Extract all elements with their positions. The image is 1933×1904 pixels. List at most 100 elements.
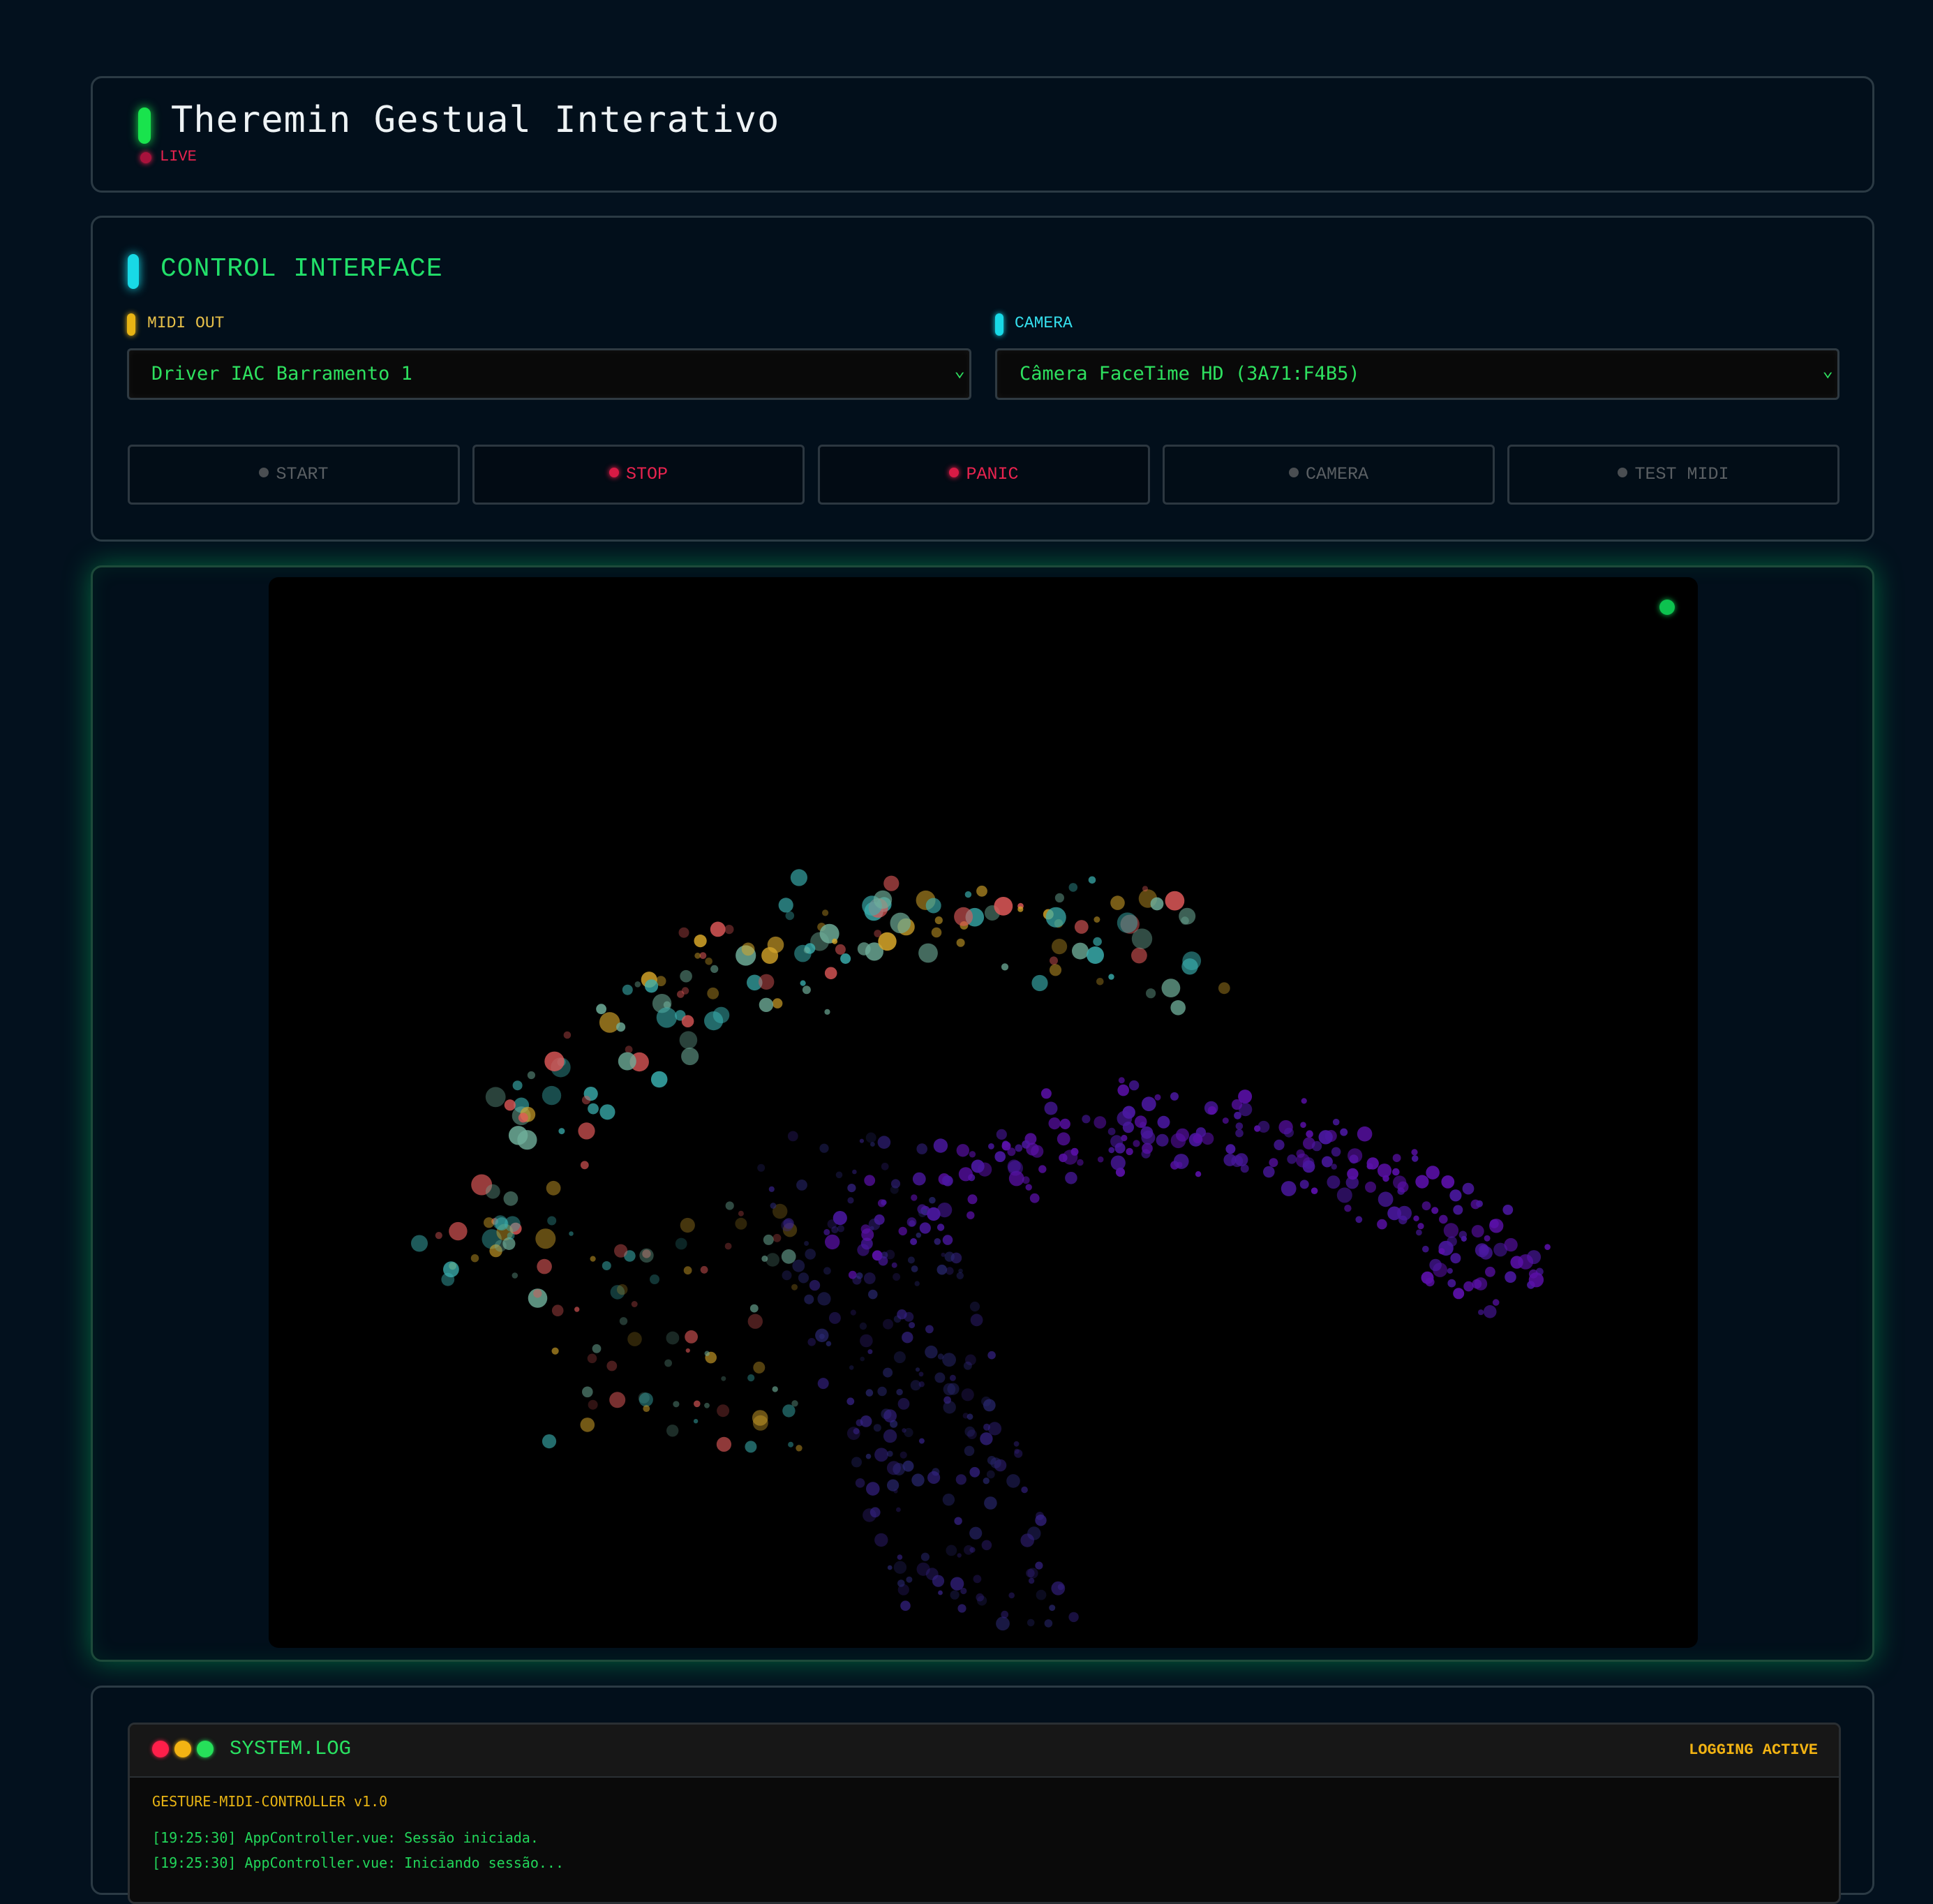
panic-button[interactable]: PANIC: [818, 445, 1150, 505]
particle: [855, 1478, 865, 1488]
particle: [1453, 1205, 1463, 1215]
particle: [494, 1240, 507, 1252]
particle: [717, 1404, 730, 1418]
particle: [981, 1540, 992, 1551]
particle: [1300, 1122, 1306, 1128]
particle: [1504, 1237, 1518, 1252]
particle: [920, 1552, 930, 1561]
particle: [1450, 1253, 1461, 1264]
particle: [1141, 1130, 1156, 1145]
particle: [619, 1317, 628, 1325]
particle: [969, 1547, 976, 1553]
particle: [724, 925, 734, 935]
particle: [1438, 1248, 1445, 1255]
particle: [883, 875, 900, 891]
particle: [761, 947, 779, 964]
particle: [1257, 1120, 1270, 1133]
maximize-dot-icon: [197, 1741, 214, 1757]
particle: [664, 1359, 672, 1367]
particle: [782, 1404, 796, 1418]
particle: [916, 1233, 922, 1238]
particle: [484, 1217, 495, 1228]
particle: [893, 1351, 906, 1364]
particle: [1331, 1163, 1337, 1170]
particle: [1110, 1155, 1126, 1170]
particle: [1505, 1271, 1516, 1283]
particle: [925, 1568, 939, 1581]
particle: [956, 1144, 969, 1157]
particle: [1013, 1441, 1020, 1447]
particle: [1485, 1266, 1495, 1277]
visualizer-canvas[interactable]: [269, 577, 1698, 1648]
particle: [791, 1284, 798, 1291]
particle: [1027, 1619, 1035, 1627]
particle: [946, 1267, 954, 1275]
particle: [656, 1007, 678, 1028]
particle: [504, 1099, 516, 1111]
particle: [1088, 876, 1096, 884]
particle: [551, 1347, 559, 1355]
test-midi-button[interactable]: TEST MIDI: [1507, 445, 1839, 505]
particle: [1207, 1106, 1216, 1115]
particle: [1528, 1272, 1544, 1288]
particle: [1413, 1215, 1419, 1221]
particle: [942, 1353, 956, 1367]
particle: [857, 1244, 870, 1256]
camera-button[interactable]: CAMERA: [1163, 445, 1495, 505]
particle: [1327, 1175, 1341, 1189]
particle: [693, 1419, 699, 1424]
particle: [957, 1604, 966, 1613]
particle: [1156, 1133, 1169, 1147]
particle: [1231, 1155, 1244, 1168]
particle: [1074, 920, 1089, 934]
particle: [846, 1427, 860, 1441]
particle: [907, 1256, 915, 1264]
particle: [1415, 1175, 1429, 1189]
particle: [1411, 1155, 1419, 1162]
particle: [618, 1052, 636, 1071]
midi-out-select[interactable]: Driver IAC Barramento 1 ⌄: [127, 348, 971, 400]
particle: [868, 1218, 881, 1230]
particle: [823, 1228, 830, 1235]
particle: [825, 1234, 840, 1250]
particle: [1397, 1181, 1409, 1193]
particle: [1044, 1101, 1058, 1115]
particle: [1462, 1182, 1475, 1195]
particle: [1218, 982, 1230, 995]
particle: [1411, 1149, 1418, 1156]
particle: [590, 1256, 596, 1262]
particle: [1157, 1115, 1170, 1129]
particle: [800, 980, 806, 986]
particle: [542, 1434, 557, 1449]
camera-select[interactable]: Câmera FaceTime HD (3A71:F4B5) ⌄: [995, 348, 1839, 400]
particle: [900, 1600, 911, 1611]
stop-button[interactable]: STOP: [472, 445, 805, 505]
particle: [1049, 1605, 1056, 1612]
camera-label: CAMERA: [1015, 314, 1073, 332]
particle: [1492, 1299, 1500, 1306]
particle: [768, 1186, 775, 1192]
particle: [617, 1284, 628, 1295]
particle: [865, 1453, 872, 1459]
particle: [957, 1553, 962, 1558]
particle: [680, 1217, 695, 1233]
panic-button-label: PANIC: [966, 464, 1019, 484]
particle: [1340, 1128, 1348, 1136]
particle: [512, 1080, 523, 1091]
particle: [493, 1215, 508, 1230]
particle: [822, 909, 829, 916]
particle: [873, 890, 893, 909]
particle: [865, 1132, 876, 1143]
particle: [1489, 1219, 1499, 1228]
start-button[interactable]: START: [128, 445, 460, 505]
particle: [934, 916, 943, 925]
particle: [745, 1441, 757, 1453]
particle: [1134, 1115, 1147, 1128]
particle: [1028, 1577, 1035, 1584]
particle: [1035, 1561, 1043, 1570]
particle: [983, 1423, 990, 1431]
particle: [987, 1456, 997, 1465]
particle: [710, 921, 726, 937]
particle: [508, 1126, 528, 1145]
particle: [890, 912, 911, 934]
